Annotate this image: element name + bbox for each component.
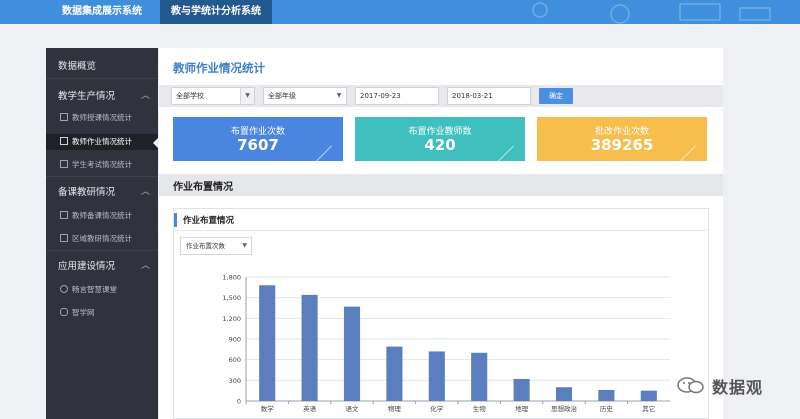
- top-nav-bar: 数据集成展示系统 教与学统计分析系统: [0, 0, 800, 24]
- stat-card-graded-count: 批改作业次数 389265: [537, 117, 707, 164]
- page-title: 教师作业情况统计: [173, 61, 265, 75]
- stat-card-homework-count: 布置作业次数 7607: [173, 117, 343, 164]
- sidebar-item-homework-stats[interactable]: 教师作业情况统计: [46, 134, 159, 150]
- panel-accent-bar: [174, 213, 177, 227]
- y-tick-label: 1,500: [222, 294, 241, 302]
- chevron-down-icon: ▼: [240, 88, 254, 104]
- bar: [555, 387, 573, 401]
- sidebar-item-label: 智学网: [72, 308, 95, 317]
- date-from-input[interactable]: 2017-09-23: [355, 87, 439, 105]
- x-tick-label: 生物: [473, 404, 487, 413]
- sidebar-section-app-build[interactable]: 应用建设情况 ︿: [46, 258, 158, 272]
- date-from-value: 2017-09-23: [360, 92, 401, 100]
- bar: [259, 285, 276, 401]
- chart-panel: 作业布置情况 作业布置次数 ▼ 0 300 600 900 1,200 1,500 1,80…: [173, 208, 709, 419]
- sidebar-item-label: 教师作业情况统计: [72, 137, 132, 146]
- sidebar-section-label: 教学生产情况: [58, 91, 116, 102]
- clipboard-icon: [60, 234, 68, 242]
- filter-bar: 全部学校 ▼ 全部年级 ▼ 2017-09-23 2018-03-21 确定: [159, 85, 723, 107]
- sidebar-divider: [46, 250, 158, 251]
- x-tick-label: 其它: [642, 404, 655, 413]
- metric-select[interactable]: 作业布置次数 ▼: [180, 237, 252, 255]
- stat-card-teacher-count: 布置作业教师数 420: [355, 117, 525, 164]
- bar: [428, 351, 445, 401]
- date-to-input[interactable]: 2018-03-21: [447, 87, 531, 105]
- bar: [598, 389, 615, 401]
- stat-card-value: 420: [424, 136, 456, 154]
- chevron-up-icon: ︿: [140, 91, 150, 101]
- sidebar-section-teaching[interactable]: 教学生产情况 ︿: [46, 88, 158, 102]
- sidebar-divider: [46, 176, 158, 177]
- chart-icon: [60, 160, 68, 168]
- sidebar-section-lesson-prep[interactable]: 备课教研情况 ︿: [46, 184, 158, 198]
- date-to-value: 2018-03-21: [452, 92, 493, 100]
- header-decoration-icon: [532, 2, 771, 24]
- tab-teaching-analysis[interactable]: 教与学统计分析系统: [160, 0, 272, 24]
- x-tick-label: 化学: [430, 404, 444, 413]
- sidebar-item-prep-stats[interactable]: 教师备课情况统计: [46, 210, 158, 221]
- confirm-button[interactable]: 确定: [539, 88, 573, 104]
- bar: [343, 306, 361, 401]
- y-tick-label: 1,200: [222, 315, 241, 323]
- main-content: 教师作业情况统计 全部学校 ▼ 全部年级 ▼ 2017-09-23 2018-0…: [159, 48, 723, 419]
- section-header: 作业布置情况: [159, 174, 723, 196]
- y-tick-label: 0: [237, 398, 241, 406]
- wechat-icon: [677, 377, 704, 394]
- bar: [513, 378, 530, 401]
- sidebar-item-overview[interactable]: 数据概览: [46, 58, 158, 72]
- section-title: 作业布置情况: [173, 182, 233, 193]
- watermark-text: 数据观: [712, 378, 764, 397]
- grade-select[interactable]: 全部年级 ▼: [263, 87, 347, 105]
- chevron-up-icon: ︿: [140, 261, 150, 271]
- sidebar-section-label: 应用建设情况: [58, 261, 116, 272]
- y-tick-label: 600: [229, 356, 241, 364]
- panel-header: 作业布置情况: [174, 209, 708, 231]
- sidebar-item-label: 教师授课情况统计: [72, 113, 132, 122]
- x-tick-label: 英语: [303, 404, 317, 413]
- chevron-up-icon: ︿: [140, 187, 150, 197]
- bar: [471, 352, 488, 401]
- sidebar-item-zhixue[interactable]: 智学网: [46, 307, 158, 318]
- tab-data-integration[interactable]: 数据集成展示系统: [52, 0, 152, 24]
- y-tick-label: 300: [229, 377, 241, 385]
- x-tick-label: 语文: [346, 404, 360, 413]
- sidebar-item-exam-stats[interactable]: 学生考试情况统计: [46, 159, 158, 170]
- chevron-down-icon: ▼: [332, 88, 346, 104]
- panel-title: 作业布置情况: [183, 216, 235, 226]
- bar-chart: 0 300 600 900 1,200 1,500 1,800 数学 英语 语文 物理 化学 生物 地理 思…: [222, 274, 670, 413]
- stat-card-value: 7607: [237, 136, 279, 154]
- sidebar-section-label: 备课教研情况: [58, 187, 116, 198]
- x-tick-label: 历史: [600, 404, 614, 413]
- watermark: 数据观: [676, 372, 786, 398]
- sidebar-item-smart-classroom[interactable]: 畅言智慧课堂: [46, 284, 158, 295]
- y-tick-label: 1,800: [222, 274, 241, 282]
- school-select[interactable]: 全部学校 ▼: [171, 87, 255, 105]
- grid-icon: [60, 211, 68, 219]
- sidebar-item-lecture-stats[interactable]: 教师授课情况统计: [46, 112, 158, 123]
- grade-select-value: 全部年级: [268, 92, 296, 100]
- sidebar: 数据概览 教学生产情况 ︿ 教师授课情况统计 教师作业情况统计 学生考试情况统计…: [46, 48, 159, 419]
- sidebar-item-label: 畅言智慧课堂: [72, 285, 117, 294]
- stat-card-value: 389265: [590, 136, 654, 154]
- cloud-icon: [60, 285, 68, 293]
- sidebar-item-research-stats[interactable]: 区域教研情况统计: [46, 233, 158, 244]
- bar: [386, 346, 403, 401]
- x-tick-label: 物理: [388, 404, 402, 413]
- school-select-value: 全部学校: [176, 92, 204, 100]
- sidebar-item-label: 区域教研情况统计: [72, 234, 132, 243]
- metric-select-value: 作业布置次数: [186, 242, 225, 250]
- chevron-down-icon: ▼: [242, 242, 247, 249]
- x-tick-label: 数学: [261, 404, 275, 413]
- y-tick-label: 900: [229, 336, 241, 344]
- bar: [640, 390, 657, 401]
- sidebar-divider: [46, 78, 158, 79]
- sidebar-item-label: 学生考试情况统计: [72, 160, 132, 169]
- x-tick-label: 思想政治: [551, 404, 578, 413]
- x-tick-label: 地理: [515, 404, 529, 413]
- bar: [301, 294, 318, 401]
- monitor-icon: [60, 113, 68, 121]
- sidebar-item-label: 教师备课情况统计: [72, 211, 132, 220]
- web-icon: [60, 308, 68, 316]
- document-icon: [60, 137, 68, 145]
